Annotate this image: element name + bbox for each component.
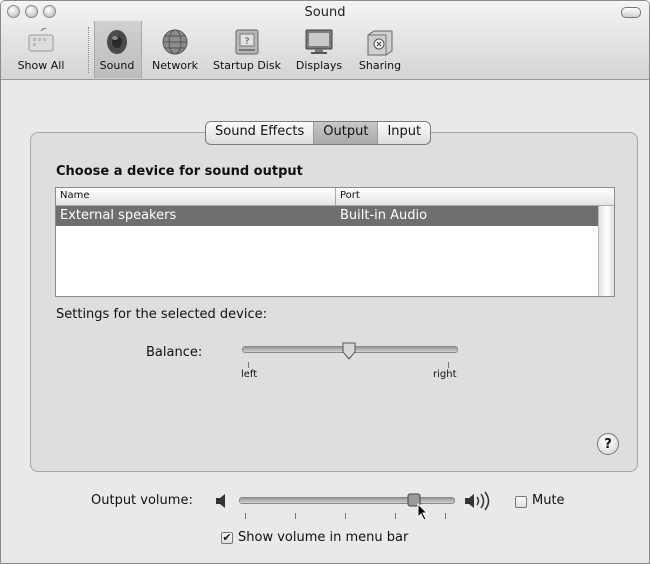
column-divider — [335, 188, 336, 205]
hard-disk-icon: ? — [231, 25, 263, 57]
balance-right-label: right — [433, 369, 457, 380]
volume-tick — [295, 513, 296, 519]
toolbar-sound[interactable]: Sound — [97, 25, 137, 72]
toolbar-show-all[interactable]: Show All — [11, 25, 71, 72]
balance-left-label: left — [241, 369, 258, 380]
volume-tick — [245, 513, 246, 519]
balance-slider-thumb[interactable] — [342, 342, 356, 360]
table-header: Name Port — [56, 188, 614, 206]
help-button[interactable]: ? — [597, 433, 619, 455]
toolbar-sharing[interactable]: Sharing — [355, 25, 405, 72]
title-toolbar-area: Sound Show All Sound Network ? Startup D… — [1, 1, 649, 80]
balance-tick-left — [248, 362, 249, 368]
section-heading: Choose a device for sound output — [56, 164, 303, 179]
table-scrollbar[interactable] — [598, 206, 614, 296]
sharing-folder-icon — [364, 25, 396, 57]
volume-tick — [395, 513, 396, 519]
mute-label: Mute — [532, 493, 565, 508]
volume-low-icon — [214, 494, 230, 512]
tab-input[interactable]: Input — [378, 122, 430, 144]
toolbar-network[interactable]: Network — [148, 25, 202, 72]
show-volume-in-menubar-label: Show volume in menu bar — [238, 530, 409, 545]
table-row[interactable]: External speakers Built-in Audio — [56, 206, 598, 226]
tab-output[interactable]: Output — [314, 122, 379, 144]
balance-tick-right — [448, 362, 449, 368]
toolbar-displays[interactable]: Displays — [293, 25, 345, 72]
tab-sound-effects[interactable]: Sound Effects — [206, 122, 315, 144]
toolbar-item-label: Network — [152, 59, 198, 72]
mouse-cursor-icon — [417, 502, 429, 525]
toolbar-item-label: Sharing — [358, 59, 402, 72]
toolbar-item-label: Startup Disk — [213, 59, 281, 72]
show-all-icon — [25, 25, 57, 57]
toolbar-item-label: Show All — [17, 59, 65, 72]
mute-checkbox[interactable] — [515, 496, 527, 508]
sound-preferences-window: Sound Show All Sound Network ? Startup D… — [0, 0, 650, 564]
show-volume-in-menubar-checkbox[interactable]: ✔ — [221, 532, 233, 544]
window-title: Sound — [304, 5, 346, 20]
settings-label: Settings for the selected device: — [56, 307, 268, 322]
toolbar-item-label: Sound — [99, 59, 135, 72]
volume-tick — [445, 513, 446, 519]
column-header-port[interactable]: Port — [340, 190, 360, 201]
device-port-cell: Built-in Audio — [340, 208, 428, 223]
toolbar-toggle-button[interactable] — [621, 7, 641, 18]
toolbar-item-label: Displays — [295, 59, 343, 72]
column-header-name[interactable]: Name — [60, 190, 90, 201]
output-group-box — [30, 132, 638, 472]
toolbar-startup-disk[interactable]: ? Startup Disk — [209, 25, 285, 72]
volume-high-icon — [463, 491, 493, 515]
tab-segmented-control: Sound Effects Output Input — [205, 121, 432, 145]
output-volume-label: Output volume: — [91, 493, 193, 508]
speaker-icon — [101, 25, 133, 57]
device-name-cell: External speakers — [60, 208, 177, 223]
svg-text:?: ? — [245, 37, 250, 47]
display-icon — [303, 25, 335, 57]
volume-tick — [345, 513, 346, 519]
balance-label: Balance: — [146, 345, 203, 360]
globe-icon — [159, 25, 191, 57]
toolbar-separator — [88, 27, 89, 73]
output-device-table[interactable]: Name Port External speakers Built-in Aud… — [55, 187, 615, 297]
